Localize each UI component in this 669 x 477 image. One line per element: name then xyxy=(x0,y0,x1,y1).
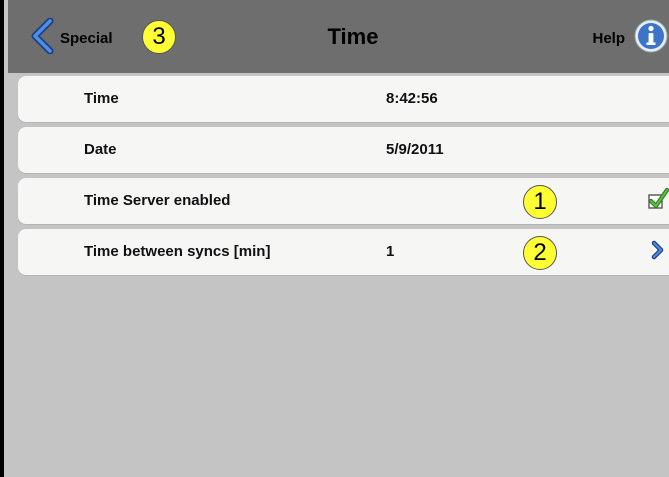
row-value: 5/9/2011 xyxy=(386,141,444,158)
help-button-label: Help xyxy=(592,29,625,47)
row-label: Time xyxy=(84,90,119,107)
row-value: 8:42:56 xyxy=(386,90,438,107)
app-frame: Special 3 Time Help Time 8:42:56 Date 5/… xyxy=(0,0,669,477)
chevron-right-icon xyxy=(651,240,665,265)
callout-badge-1: 1 xyxy=(523,185,557,219)
row-date[interactable]: Date 5/9/2011 xyxy=(18,127,669,173)
row-label: Time between syncs [min] xyxy=(84,243,271,260)
callout-badge-3: 3 xyxy=(142,20,176,54)
page-title: Time xyxy=(327,24,379,49)
header-bar: Special 3 Time Help xyxy=(8,0,669,73)
row-time[interactable]: Time 8:42:56 xyxy=(18,76,669,122)
row-value: 1 xyxy=(386,243,395,260)
back-button[interactable]: Special xyxy=(30,17,113,59)
callout-badge-2: 2 xyxy=(523,236,557,270)
row-label: Time Server enabled xyxy=(84,192,231,209)
back-button-label: Special xyxy=(60,29,113,47)
row-time-between-syncs[interactable]: Time between syncs [min] 1 2 xyxy=(18,229,669,275)
info-icon xyxy=(633,18,669,59)
checkmark-icon xyxy=(646,187,669,216)
time-server-checkbox[interactable] xyxy=(645,187,669,216)
help-button[interactable]: Help xyxy=(592,18,669,59)
row-time-server-enabled[interactable]: Time Server enabled 1 xyxy=(18,178,669,224)
row-label: Date xyxy=(84,141,117,158)
sync-interval-disclosure[interactable] xyxy=(645,239,669,265)
chevron-left-icon xyxy=(30,17,54,59)
